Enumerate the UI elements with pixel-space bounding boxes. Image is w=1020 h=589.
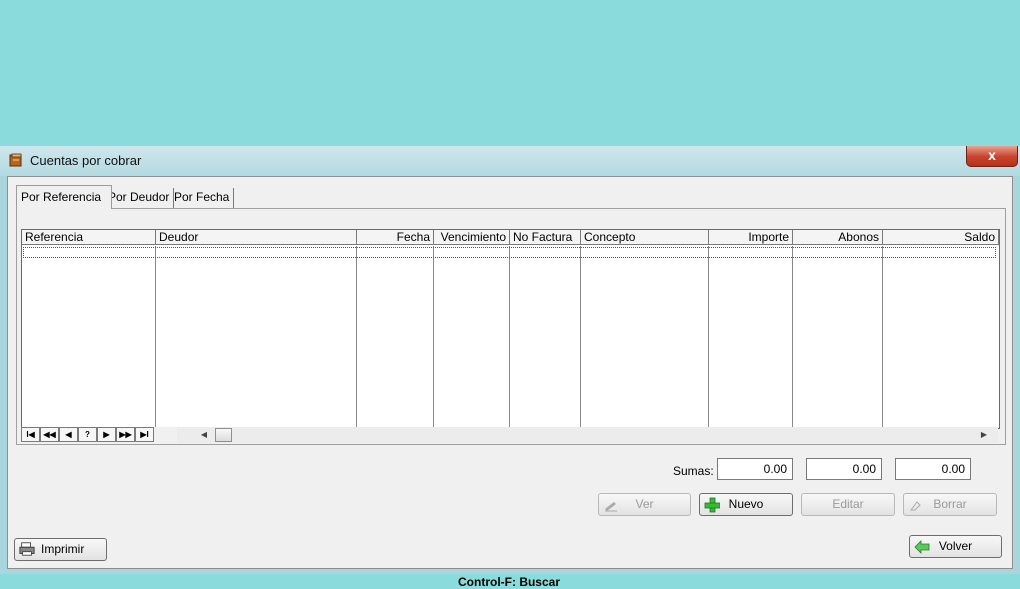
scroll-left-arrow-icon[interactable]: ◀: [197, 427, 211, 443]
col-divider: [792, 246, 793, 428]
volver-label: Volver: [938, 539, 973, 553]
col-header-fecha[interactable]: Fecha: [357, 230, 434, 245]
volver-button[interactable]: Volver: [909, 535, 1002, 558]
nav-help-button[interactable]: ?: [78, 427, 97, 442]
sum-importe-field: 0.00: [717, 458, 793, 480]
scroll-right-arrow-icon[interactable]: ▶: [977, 427, 991, 443]
col-divider: [509, 246, 510, 428]
nav-next-button[interactable]: ▶: [97, 427, 116, 442]
col-header-saldo[interactable]: Saldo: [883, 230, 999, 245]
col-divider: [882, 246, 883, 428]
selected-table-row[interactable]: [23, 247, 996, 258]
col-divider: [433, 246, 434, 428]
col-header-referencia[interactable]: Referencia: [22, 230, 156, 245]
nuevo-button[interactable]: Nuevo: [699, 493, 793, 516]
pencil-icon: [605, 502, 617, 512]
window-client-area: Por Referencia Por Deudor Por Fecha Refe…: [7, 176, 1013, 589]
editar-label: Editar: [832, 497, 864, 511]
nav-prev-button[interactable]: ◀: [59, 427, 78, 442]
eraser-icon: [910, 501, 921, 511]
imprimir-button[interactable]: Imprimir: [14, 538, 107, 561]
sumas-label: Sumas:: [673, 464, 714, 478]
scroll-thumb[interactable]: [215, 428, 232, 442]
grid-header: Referencia Deudor Fecha Vencimiento No F…: [22, 230, 999, 246]
col-header-importe[interactable]: Importe: [709, 230, 793, 245]
nav-first-button[interactable]: I◀: [21, 427, 40, 442]
col-header-vencimiento[interactable]: Vencimiento: [434, 230, 510, 245]
col-header-concepto[interactable]: Concepto: [581, 230, 709, 245]
col-header-deudor[interactable]: Deudor: [156, 230, 357, 245]
record-navigator: I◀ ◀◀ ◀ ? ▶ ▶▶ ▶I ◀ ▶: [21, 427, 998, 443]
tab-por-fecha[interactable]: Por Fecha: [170, 188, 235, 208]
col-header-no-factura[interactable]: No Factura: [510, 230, 581, 245]
borrar-label: Borrar: [933, 497, 967, 511]
nav-last-button[interactable]: ▶I: [135, 427, 154, 442]
borrar-button[interactable]: Borrar: [903, 493, 997, 516]
back-arrow-icon: [914, 540, 930, 554]
printer-icon: [19, 542, 35, 556]
ver-button[interactable]: Ver: [598, 493, 691, 516]
horizontal-scrollbar[interactable]: ◀ ▶: [177, 427, 998, 443]
tab-por-deudor[interactable]: Por Deudor: [104, 188, 175, 208]
ledger-book-icon: [9, 153, 22, 167]
col-divider: [155, 246, 156, 428]
sum-abonos-field: 0.00: [806, 458, 882, 480]
col-divider: [356, 246, 357, 428]
tab-por-referencia[interactable]: Por Referencia: [16, 185, 112, 209]
title-bar[interactable]: Cuentas por cobrar x: [0, 146, 1020, 176]
nuevo-label: Nuevo: [728, 497, 764, 511]
search-shortcut-hint: Control-F: Buscar: [458, 575, 560, 589]
plus-icon: [704, 497, 720, 513]
nav-next-page-button[interactable]: ▶▶: [116, 427, 135, 442]
tab-panel: Referencia Deudor Fecha Vencimiento No F…: [16, 208, 1006, 445]
ver-label: Ver: [635, 497, 654, 511]
col-divider: [708, 246, 709, 428]
imprimir-label: Imprimir: [41, 542, 85, 556]
cuentas-window: Cuentas por cobrar x Por Referencia Por …: [0, 146, 1020, 589]
col-divider: [580, 246, 581, 428]
nav-prev-page-button[interactable]: ◀◀: [40, 427, 59, 442]
col-header-abonos[interactable]: Abonos: [793, 230, 883, 245]
editar-button[interactable]: Editar: [801, 493, 895, 516]
accounts-grid[interactable]: Referencia Deudor Fecha Vencimiento No F…: [21, 229, 1000, 429]
window-title: Cuentas por cobrar: [30, 153, 142, 168]
sum-saldo-field: 0.00: [895, 458, 971, 480]
close-button[interactable]: x: [966, 146, 1018, 167]
